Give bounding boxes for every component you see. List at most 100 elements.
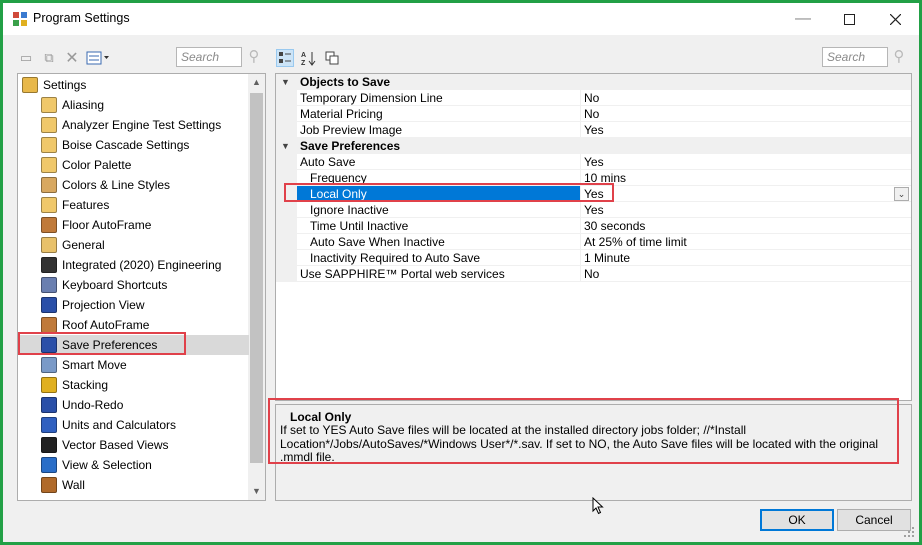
tree-item[interactable]: Undo-Redo (18, 395, 249, 415)
property-row[interactable]: Auto Save Yes (276, 154, 911, 170)
alphabetical-sort-button[interactable]: AZ (299, 49, 317, 67)
property-value[interactable]: No (581, 266, 911, 282)
tree-item[interactable]: Units and Calculators (18, 415, 249, 435)
property-value[interactable]: Yes (581, 154, 911, 170)
minimize-button[interactable]: — (780, 3, 826, 35)
property-name[interactable]: Material Pricing (297, 106, 581, 122)
tree-item[interactable]: Color Palette (18, 155, 249, 175)
calculator-icon (41, 417, 57, 433)
property-row[interactable]: Use SAPPHIRE™ Portal web services No (276, 266, 911, 282)
scroll-down-arrow-icon[interactable]: ▼ (248, 483, 265, 500)
tree-item-label: Smart Move (62, 358, 127, 372)
tree-item[interactable]: Features (18, 195, 249, 215)
property-row[interactable]: Job Preview Image Yes (276, 122, 911, 138)
view-options-dropdown[interactable] (85, 49, 111, 67)
property-category[interactable]: ▼ Objects to Save (276, 74, 911, 90)
property-row[interactable]: Time Until Inactive 30 seconds (276, 218, 911, 234)
categorized-view-button[interactable] (276, 49, 294, 67)
folder-icon (22, 77, 38, 93)
tree-item[interactable]: Aliasing (18, 95, 249, 115)
property-name[interactable]: Local Only (297, 186, 581, 202)
property-name[interactable]: Frequency (297, 170, 581, 186)
property-row[interactable]: Frequency 10 mins (276, 170, 911, 186)
tree-item[interactable]: Floor AutoFrame (18, 215, 249, 235)
property-value[interactable]: No (581, 106, 911, 122)
close-button[interactable] (872, 3, 918, 35)
copy-icon[interactable]: ⧉ (40, 49, 58, 67)
property-value[interactable]: Yes (581, 186, 911, 202)
sort-az-icon: AZ (301, 52, 316, 66)
scroll-thumb[interactable] (250, 93, 263, 463)
tree-item-label: View & Selection (62, 458, 152, 472)
property-row[interactable]: Material Pricing No (276, 106, 911, 122)
search-icon[interactable]: ⚲ (890, 48, 908, 66)
property-row[interactable]: Auto Save When Inactive At 25% of time li… (276, 234, 911, 250)
delete-icon[interactable]: ✕ (63, 49, 81, 67)
tree-item[interactable]: Save Preferences (18, 335, 249, 355)
property-name[interactable]: Inactivity Required to Auto Save (297, 250, 581, 266)
property-row[interactable]: Temporary Dimension Line No (276, 90, 911, 106)
collapse-icon[interactable]: ▼ (281, 74, 290, 90)
scroll-up-arrow-icon[interactable]: ▲ (248, 74, 265, 91)
property-pages-button[interactable] (323, 49, 341, 67)
property-value[interactable]: At 25% of time limit (581, 234, 911, 250)
property-row[interactable]: Local Only Yes ⌄ (276, 186, 911, 202)
list-view-icon (86, 51, 109, 65)
tree-scrollbar[interactable]: ▲ ▼ (248, 74, 265, 500)
tree-item-label: Integrated (2020) Engineering (62, 258, 222, 272)
property-value[interactable]: 10 mins (581, 170, 911, 186)
tree-item[interactable]: Settings (18, 75, 249, 95)
property-search-input[interactable]: Search (822, 47, 888, 67)
tree-item[interactable]: Boise Cascade Settings (18, 135, 249, 155)
property-name[interactable]: Use SAPPHIRE™ Portal web services (297, 266, 581, 282)
maximize-button[interactable] (826, 3, 872, 35)
property-row[interactable]: Ignore Inactive Yes (276, 202, 911, 218)
property-row[interactable]: Inactivity Required to Auto Save 1 Minute (276, 250, 911, 266)
tree-item[interactable]: Integrated (2020) Engineering (18, 255, 249, 275)
tree-item-label: Features (62, 198, 110, 212)
new-folder-icon[interactable]: ▭ (17, 49, 35, 67)
collapse-icon[interactable]: ▼ (281, 138, 290, 154)
tree-item-label: Floor AutoFrame (62, 218, 152, 232)
cancel-button[interactable]: Cancel (837, 509, 911, 531)
view-selection-icon (41, 457, 57, 473)
search-icon[interactable]: ⚲ (245, 48, 263, 66)
row-margin (276, 122, 297, 138)
ok-button[interactable]: OK (760, 509, 834, 531)
tree-item[interactable]: View & Selection (18, 455, 249, 475)
property-value[interactable]: No (581, 90, 911, 106)
property-name[interactable]: Auto Save (297, 154, 581, 170)
property-grid[interactable]: ▼ Objects to Save Temporary Dimension Line… (275, 73, 912, 401)
property-value[interactable]: Yes (581, 202, 911, 218)
property-help-panel: Local Only If set to YES Auto Save files… (275, 404, 912, 501)
tree-item[interactable]: Wall (18, 475, 249, 495)
tree-search-input[interactable]: Search (176, 47, 242, 67)
tree-item[interactable]: Keyboard Shortcuts (18, 275, 249, 295)
pencil-page-icon (41, 137, 57, 153)
property-name[interactable]: Temporary Dimension Line (297, 90, 581, 106)
keyboard-icon (41, 277, 57, 293)
app-icon (13, 12, 27, 26)
property-name[interactable]: Job Preview Image (297, 122, 581, 138)
dropdown-arrow-icon[interactable]: ⌄ (894, 187, 909, 201)
tree-item[interactable]: General (18, 235, 249, 255)
property-name[interactable]: Ignore Inactive (297, 202, 581, 218)
tree-item[interactable]: Projection View (18, 295, 249, 315)
tree-item[interactable]: Smart Move (18, 355, 249, 375)
property-value[interactable]: Yes (581, 122, 911, 138)
palette-icon (41, 177, 57, 193)
property-category[interactable]: ▼ Save Preferences (276, 138, 911, 154)
tree-item[interactable]: Roof AutoFrame (18, 315, 249, 335)
property-name[interactable]: Time Until Inactive (297, 218, 581, 234)
resize-grip-icon[interactable] (903, 526, 915, 538)
settings-tree[interactable]: ▲ ▼ Settings Aliasing Analyzer Engine Test… (17, 73, 266, 501)
tree-item[interactable]: Vector Based Views (18, 435, 249, 455)
property-name[interactable]: Auto Save When Inactive (297, 234, 581, 250)
tree-item[interactable]: Colors & Line Styles (18, 175, 249, 195)
tree-item[interactable]: Analyzer Engine Test Settings (18, 115, 249, 135)
maximize-icon (843, 13, 855, 25)
property-value[interactable]: 30 seconds (581, 218, 911, 234)
property-value[interactable]: 1 Minute (581, 250, 911, 266)
row-margin (276, 250, 297, 266)
tree-item[interactable]: Stacking (18, 375, 249, 395)
